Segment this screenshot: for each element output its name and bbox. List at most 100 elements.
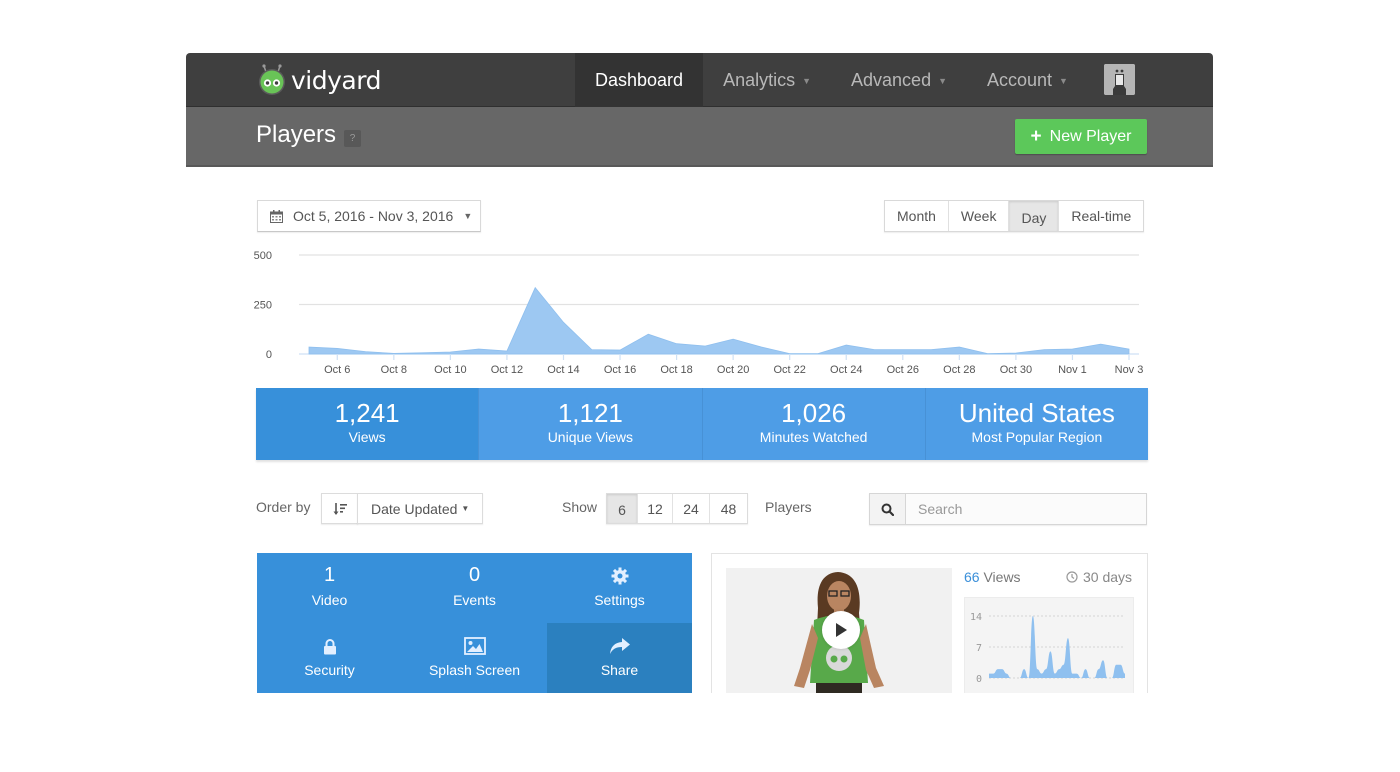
order-by-select[interactable]: Date Updated ▼ — [357, 493, 483, 524]
player-period-label: 30 days — [1083, 569, 1133, 585]
stat-popular-region[interactable]: United States Most Popular Region — [925, 388, 1148, 460]
x-tick-label: Oct 20 — [717, 364, 749, 376]
stat-label: Most Popular Region — [971, 429, 1103, 445]
page-size-group: 6 12 24 48 — [606, 493, 748, 524]
period-day-button[interactable]: Day — [1009, 201, 1060, 231]
x-tick-label: Oct 6 — [324, 364, 350, 376]
stat-value: United States — [958, 398, 1115, 428]
x-tick-label: Oct 18 — [660, 364, 692, 376]
main-nav: Dashboard Analytics ▼ Advanced ▼ Account… — [575, 53, 1088, 107]
help-icon[interactable]: ? — [344, 130, 361, 147]
player-card: 66 Views 30 days 14 7 0 — [711, 553, 1148, 693]
vidyard-logo[interactable]: vidyard — [256, 63, 381, 97]
action-label: Share — [600, 662, 639, 678]
x-tick-label: Oct 10 — [434, 364, 466, 376]
player-action-security[interactable]: Security — [257, 623, 402, 693]
new-player-button[interactable]: + New Player — [1015, 119, 1147, 154]
x-tick-label: Nov 1 — [1058, 364, 1087, 376]
action-label: Splash Screen — [428, 662, 521, 678]
player-action-share[interactable]: Share — [547, 623, 692, 693]
player-action-settings[interactable]: Settings — [547, 553, 692, 623]
player-views: 66 Views — [964, 569, 1021, 585]
spark-y-label: 14 — [970, 612, 982, 623]
clock-icon — [1066, 571, 1078, 583]
search-button[interactable] — [870, 494, 906, 524]
page-size-48-button[interactable]: 48 — [710, 494, 747, 523]
search-input[interactable] — [906, 494, 1146, 524]
period-week-button[interactable]: Week — [949, 201, 1010, 231]
x-tick-label: Nov 3 — [1115, 364, 1144, 376]
nav-label: Account — [987, 69, 1053, 90]
period-month-button[interactable]: Month — [885, 201, 949, 231]
nav-label: Advanced — [851, 69, 932, 90]
nav-account[interactable]: Account ▼ — [967, 53, 1088, 107]
caret-down-icon: ▼ — [461, 504, 470, 513]
nav-analytics[interactable]: Analytics ▼ — [703, 53, 831, 107]
views-chart: 0 250 500 Oct 6 Oct 8 Oct 10 Oct 12 Oct 14 Oct 1… — [254, 250, 1144, 376]
x-tick-label: Oct 22 — [773, 364, 805, 376]
search-box — [869, 493, 1147, 525]
stat-value: 1,026 — [781, 398, 847, 428]
lock-icon — [323, 638, 336, 654]
sort-direction-button[interactable] — [321, 493, 358, 524]
nav-advanced[interactable]: Advanced ▼ — [831, 53, 967, 107]
action-label: Events — [453, 592, 496, 608]
stat-unique-views[interactable]: 1,121 Unique Views — [479, 388, 703, 460]
user-avatar-icon — [1104, 64, 1135, 95]
sort-descending-icon — [333, 502, 347, 515]
period-realtime-button[interactable]: Real-time — [1059, 201, 1143, 231]
stat-minutes-watched[interactable]: 1,026 Minutes Watched — [702, 388, 926, 460]
stat-label: Views — [348, 429, 386, 445]
x-tick-label: Oct 26 — [887, 364, 919, 376]
caret-down-icon: ▼ — [938, 76, 947, 86]
date-range-picker[interactable]: Oct 5, 2016 - Nov 3, 2016 ▼ — [257, 200, 481, 232]
date-range-value: Oct 5, 2016 - Nov 3, 2016 — [293, 208, 454, 224]
caret-down-icon: ▼ — [463, 211, 473, 221]
play-button[interactable] — [822, 611, 860, 649]
nav-label: Analytics — [723, 69, 796, 90]
player-action-splash-screen[interactable]: Splash Screen — [402, 623, 547, 693]
spark-y-label: 7 — [976, 643, 982, 654]
x-tick-label: Oct 28 — [943, 364, 975, 376]
page-size-12-button[interactable]: 12 — [638, 494, 673, 523]
y-tick-label: 250 — [254, 300, 272, 312]
page-size-24-button[interactable]: 24 — [673, 494, 710, 523]
stat-value: 1,241 — [334, 398, 400, 428]
page-title: Players — [256, 121, 337, 148]
top-navbar: vidyard Dashboard Analytics ▼ Advanced ▼… — [186, 53, 1213, 107]
image-icon — [463, 637, 486, 655]
player-sparkline: 14 7 0 — [964, 597, 1134, 693]
stat-label: Unique Views — [547, 429, 634, 445]
player-views-count: 66 — [964, 569, 980, 585]
stats-bar: 1,241 Views 1,121 Unique Views 1,026 Min… — [256, 388, 1148, 460]
nav-dashboard[interactable]: Dashboard — [575, 53, 704, 107]
spark-y-label: 0 — [976, 674, 982, 685]
events-count: 0 — [468, 564, 481, 586]
stat-label: Minutes Watched — [759, 429, 868, 445]
caret-down-icon: ▼ — [802, 76, 812, 86]
page-header: Players ? + New Player — [186, 107, 1213, 167]
share-icon — [609, 638, 630, 654]
player-action-events[interactable]: 0 Events — [402, 553, 547, 623]
user-avatar[interactable] — [1104, 64, 1135, 95]
caret-down-icon: ▼ — [1059, 76, 1068, 86]
vidyard-mascot-icon — [259, 64, 285, 95]
brand-name: vidyard — [291, 65, 381, 95]
player-period: 30 days — [1066, 569, 1132, 585]
action-label: Video — [311, 592, 348, 608]
calendar-icon — [270, 209, 283, 223]
period-toggle-group: Month Week Day Real-time — [884, 200, 1145, 232]
players-label: Players — [765, 499, 812, 515]
action-label: Settings — [594, 592, 645, 608]
stat-value: 1,121 — [557, 398, 623, 428]
video-thumbnail[interactable] — [726, 568, 952, 693]
player-action-video[interactable]: 1 Video — [257, 553, 402, 623]
search-icon — [881, 503, 894, 516]
stat-views[interactable]: 1,241 Views — [256, 388, 480, 460]
y-tick-label: 500 — [254, 250, 272, 262]
action-label: Security — [304, 662, 355, 678]
x-tick-label: Oct 8 — [381, 364, 407, 376]
page-size-6-button[interactable]: 6 — [607, 494, 638, 523]
x-tick-label: Oct 16 — [604, 364, 636, 376]
x-tick-label: Oct 30 — [1000, 364, 1032, 376]
